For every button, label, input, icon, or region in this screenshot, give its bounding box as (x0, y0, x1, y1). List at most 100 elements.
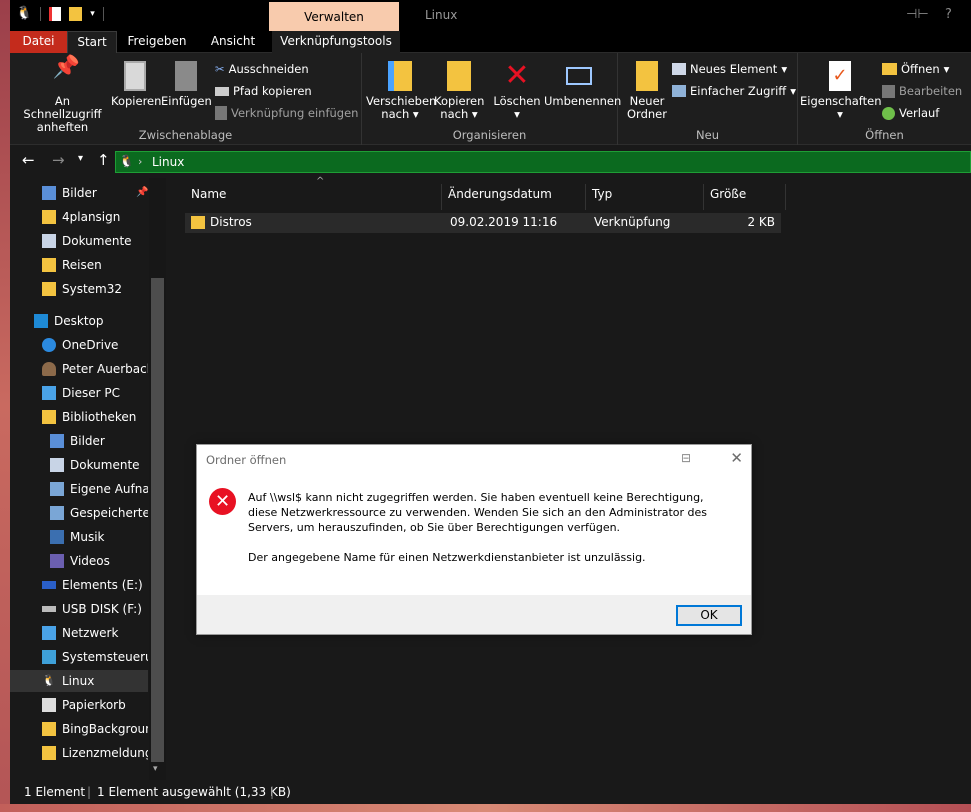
sidebar-item[interactable]: System32 (42, 278, 148, 300)
sidebar-item-label: OneDrive (62, 338, 119, 352)
chevron-down-icon[interactable]: ▾ (90, 9, 95, 19)
sidebar-item[interactable]: Netzwerk (42, 622, 148, 644)
history-button[interactable]: Verlauf (882, 106, 939, 120)
address-bar[interactable]: 🐧 › Linux (115, 151, 971, 173)
scrollbar-thumb[interactable] (151, 278, 164, 762)
rename-button[interactable]: Umbenennen (544, 61, 621, 108)
sidebar-item[interactable]: Systemsteuerung (42, 646, 148, 668)
sidebar-item[interactable]: Bibliotheken (42, 406, 148, 428)
cut-button[interactable]: ✂ Ausschneiden (215, 62, 309, 76)
easy-access-button[interactable]: Einfacher Zugriff ▾ (672, 84, 796, 98)
sidebar-item[interactable]: Desktop (34, 310, 148, 332)
close-icon[interactable]: ✕ (730, 449, 743, 467)
group-label-organize: Organisieren (452, 128, 527, 142)
column-header-date[interactable]: Änderungsdatum (442, 184, 586, 210)
sidebar-item[interactable]: OneDrive (42, 334, 148, 356)
delete-label: Löschen (493, 94, 541, 108)
user-icon (42, 362, 56, 376)
linux-icon[interactable]: 🐧 (16, 6, 32, 21)
dialog-title: Ordner öffnen (206, 453, 287, 467)
column-header-size[interactable]: Größe (704, 184, 786, 210)
column-header-type[interactable]: Typ (586, 184, 704, 210)
documents-icon (50, 458, 64, 472)
file-name: Distros (210, 215, 252, 229)
forward-arrow-icon[interactable]: → (52, 151, 65, 169)
table-row[interactable]: Distros 09.02.2019 11:16 Verknüpfung 2 K… (185, 213, 781, 233)
properties-icon[interactable] (49, 6, 62, 21)
copy-to-button[interactable]: Kopieren nach ▾ (434, 61, 484, 121)
new-folder-icon[interactable] (69, 6, 83, 21)
sidebar-item-label: Papierkorb (62, 698, 126, 712)
sidebar-item[interactable]: Videos (50, 550, 148, 572)
folder-icon (42, 258, 56, 272)
delete-button[interactable]: ✕ Löschen ▾ (490, 61, 544, 121)
sidebar-item[interactable]: Elements (E:) (42, 574, 148, 596)
edit-button[interactable]: Bearbeiten (882, 84, 962, 98)
sidebar-item[interactable]: Gespeicherte Bilder (50, 502, 148, 524)
sidebar-item[interactable]: 4plansign (42, 206, 148, 228)
copy-label: Kopieren (111, 94, 162, 108)
paste-shortcut-label: Verknüpfung einfügen (231, 106, 359, 120)
paste-button[interactable]: Einfügen (161, 61, 212, 108)
wallpaper-left (0, 0, 10, 812)
sidebar-item[interactable]: Musik (50, 526, 148, 548)
context-tab-verwalten[interactable]: Verwalten (269, 2, 399, 31)
tab-freigeben[interactable]: Freigeben (122, 31, 192, 53)
control-panel-icon (42, 650, 56, 664)
sidebar-item[interactable]: Dieser PC (42, 382, 148, 404)
dialog-restore-icon[interactable]: ⊟ (681, 451, 691, 465)
new-folder-button[interactable]: Neuer Ordner (624, 61, 670, 121)
sidebar-item[interactable]: BingBackground (42, 718, 148, 740)
dialog-message-text: Auf \\wsl$ kann nicht zugegriffen werden… (248, 491, 708, 534)
new-item-button[interactable]: Neues Element ▾ (672, 62, 787, 76)
minimize-icon[interactable]: ⊣⊢ (906, 7, 929, 22)
folder-icon (42, 210, 56, 224)
sidebar-item[interactable]: Dokumente (42, 230, 148, 252)
open-button[interactable]: Öffnen ▾ (882, 62, 949, 76)
sidebar-scrollbar[interactable]: ▾ (149, 178, 166, 782)
column-header-name[interactable]: Name (185, 184, 442, 210)
sidebar-item-label: Reisen (62, 258, 102, 272)
scroll-down-icon[interactable]: ▾ (153, 764, 158, 774)
sidebar-item[interactable]: Eigene Aufnahmen (50, 478, 148, 500)
sidebar-item[interactable]: Reisen (42, 254, 148, 276)
sidebar-item-label: Musik (70, 530, 105, 544)
sidebar-item-label: Dokumente (62, 234, 132, 248)
sidebar-item-label: Desktop (54, 314, 104, 328)
sidebar-item[interactable]: Peter Auerbacher (42, 358, 148, 380)
up-arrow-icon[interactable]: ↑ (97, 151, 110, 169)
breadcrumb-linux[interactable]: Linux (152, 155, 184, 169)
open-label: Öffnen (901, 62, 940, 76)
tab-ansicht[interactable]: Ansicht (202, 31, 264, 53)
ok-button[interactable]: OK (676, 605, 742, 626)
copy-path-button[interactable]: Pfad kopieren (215, 84, 312, 98)
edit-icon (882, 84, 895, 98)
sidebar-item[interactable]: USB DISK (F:) (42, 598, 148, 620)
recent-chevron-icon[interactable]: ▾ (78, 153, 83, 164)
paste-shortcut-button[interactable]: Verknüpfung einfügen (215, 106, 358, 120)
sidebar-item[interactable]: Lizenzmeldungen (42, 742, 148, 764)
sidebar-item[interactable]: Bilder (50, 430, 148, 452)
close-icon[interactable]: ? (945, 7, 952, 22)
back-arrow-icon[interactable]: ← (22, 151, 35, 169)
sidebar-item[interactable]: Dokumente (50, 454, 148, 476)
pin-quick-access-button[interactable]: 📌 An Schnellzugriff anheften (15, 57, 110, 134)
tab-start[interactable]: Start (67, 31, 117, 53)
tab-datei[interactable]: Datei (10, 31, 67, 53)
sidebar-item-linux[interactable]: 🐧 Linux (10, 670, 148, 692)
sidebar-item[interactable]: Bilder 📌 (42, 182, 148, 204)
properties-button[interactable]: ✓ Eigenschaften ▾ (800, 61, 882, 121)
group-organize: Verschieben nach ▾ Kopieren nach ▾ ✕ Lös… (362, 53, 621, 145)
pin-icon[interactable]: 📌 (136, 182, 148, 204)
folder-icon (42, 746, 56, 760)
tab-verknuepfungstools[interactable]: Verknüpfungstools (272, 31, 400, 53)
pictures-icon (50, 434, 64, 448)
move-to-label-1: Verschieben (366, 94, 437, 108)
status-count: 1 Element (24, 785, 86, 799)
sidebar-item[interactable]: Papierkorb (42, 694, 148, 716)
divider (40, 6, 42, 21)
status-divider: | (270, 785, 275, 799)
cut-label: Ausschneiden (228, 62, 309, 76)
copy-button[interactable]: Kopieren (111, 61, 162, 108)
move-to-button[interactable]: Verschieben nach ▾ (366, 61, 437, 121)
